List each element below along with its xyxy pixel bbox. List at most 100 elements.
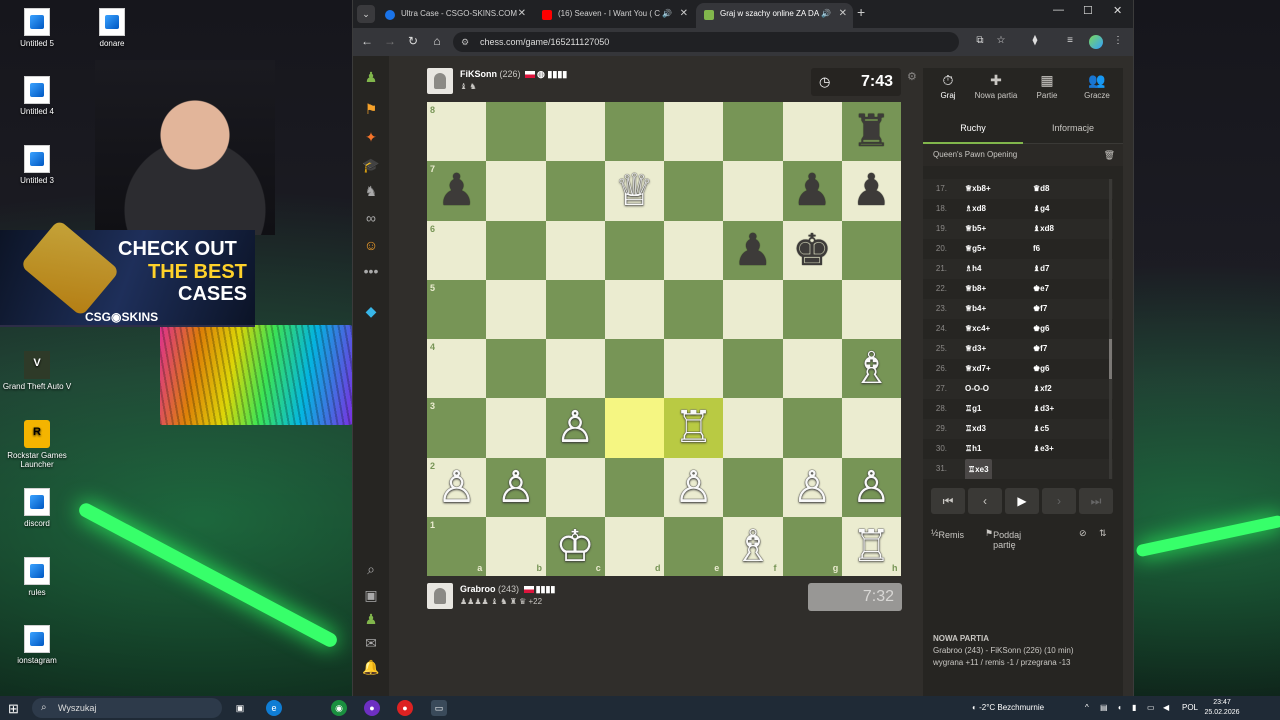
white-move[interactable]: ♕b5+	[965, 219, 986, 239]
url-field[interactable]: ⚙ chess.com/game/165211127050	[453, 32, 959, 52]
close-icon[interactable]: ✕	[839, 3, 847, 25]
black-move[interactable]: ♝xd8	[1033, 219, 1054, 239]
tab-csgo-skins[interactable]: Ultra Case - CSGO-SKINS.COM ✕	[377, 3, 532, 28]
square-d2[interactable]	[604, 457, 664, 517]
square-c8[interactable]	[545, 102, 605, 162]
square-b8[interactable]	[486, 102, 546, 162]
square-c2[interactable]	[545, 457, 605, 517]
first-move-button[interactable]: ⏮	[931, 488, 965, 514]
piece-b2[interactable]: ♙	[486, 458, 545, 517]
white-move[interactable]: O-O-O	[965, 379, 989, 399]
learn-icon[interactable]: 🎓	[362, 156, 380, 174]
player-name[interactable]: FiKSonn (226) ◍ ▮▮▮▮	[460, 69, 567, 80]
piece-h7[interactable]: ♟	[842, 161, 901, 220]
trash-icon[interactable]: 🗑	[1104, 144, 1115, 166]
speaker-icon[interactable]: ◖	[1117, 696, 1122, 720]
square-h5[interactable]	[841, 279, 901, 339]
abort-icon[interactable]: ⊘	[1079, 528, 1087, 539]
reload-button[interactable]: ↻	[405, 34, 421, 48]
settings-gear-icon[interactable]: ⚙	[907, 70, 917, 83]
desktop-icon-untitled-4[interactable]: Untitled 4	[0, 76, 77, 116]
volume-icon[interactable]: ◀	[1163, 696, 1169, 720]
square-b6[interactable]	[486, 220, 546, 280]
draw-button[interactable]: ½ Remis	[931, 528, 964, 540]
social-icon[interactable]: ☺	[362, 236, 380, 254]
square-a8[interactable]	[427, 102, 487, 162]
tab-players[interactable]: 👥 Gracze	[1074, 72, 1120, 100]
profile-icon[interactable]: ▣	[362, 586, 380, 604]
black-move[interactable]: ♚g6	[1033, 319, 1050, 339]
back-button[interactable]: ←	[359, 34, 375, 48]
install-app-icon[interactable]: ⧉	[973, 35, 987, 46]
piece-e2[interactable]: ♙	[664, 458, 723, 517]
piece-e3[interactable]: ♖	[664, 398, 723, 457]
tab-youtube[interactable]: (16) Seaven - I Want You ( C 🔊 ✕	[534, 3, 694, 28]
black-move[interactable]: ♚g6	[1033, 359, 1050, 379]
square-e8[interactable]	[664, 102, 724, 162]
messages-icon[interactable]: ✉	[362, 634, 380, 652]
square-d4[interactable]	[604, 339, 664, 399]
square-g4[interactable]	[782, 339, 842, 399]
piece-h8[interactable]: ♜	[842, 102, 901, 161]
square-g8[interactable]	[782, 102, 842, 162]
news-icon[interactable]: ∞	[362, 209, 380, 227]
piece-f6[interactable]: ♟	[723, 221, 782, 280]
record-icon[interactable]: ●	[397, 700, 413, 716]
black-move[interactable]: ♝xf2	[1033, 379, 1052, 399]
black-move[interactable]: ♝d3+	[1033, 399, 1054, 419]
move-list[interactable]: 17. ♕xb8+ ♛d8 18. ♗xd8 ♝g4 19. ♕b5+ ♝xd8 20. ♕g5+ f…	[923, 179, 1113, 479]
square-c4[interactable]	[545, 339, 605, 399]
square-h3[interactable]	[841, 398, 901, 458]
square-d8[interactable]	[604, 102, 664, 162]
square-h6[interactable]	[841, 220, 901, 280]
white-move[interactable]: ♗xd8	[965, 199, 986, 219]
square-d3[interactable]	[604, 398, 664, 458]
black-move[interactable]: ♚f7	[1033, 339, 1047, 359]
piece-g6[interactable]: ♚	[783, 221, 842, 280]
piece-h4[interactable]: ♗	[842, 339, 901, 398]
piece-f1[interactable]: ♗	[723, 517, 782, 576]
friends-icon[interactable]: ♟	[362, 610, 380, 628]
scrollbar-thumb[interactable]	[1109, 339, 1112, 379]
play-button[interactable]: ▶	[1005, 488, 1039, 514]
square-f4[interactable]	[723, 339, 783, 399]
white-move[interactable]: ♖xe3	[965, 459, 992, 479]
taskbar-search[interactable]: ⌕ Wyszukaj	[32, 698, 222, 718]
white-move[interactable]: ♕b4+	[965, 299, 986, 319]
white-move[interactable]: ♕xd7+	[965, 359, 991, 379]
desktop-icon-donare[interactable]: donare	[72, 8, 152, 48]
white-move[interactable]: ♖h1	[965, 439, 982, 459]
square-c5[interactable]	[545, 279, 605, 339]
notifications-icon[interactable]: 🔔	[362, 658, 380, 676]
piece-g2[interactable]: ♙	[783, 458, 842, 517]
square-e7[interactable]	[664, 161, 724, 221]
black-move[interactable]: ♝c5	[1033, 419, 1049, 439]
square-a4[interactable]	[427, 339, 487, 399]
square-b5[interactable]	[486, 279, 546, 339]
piece-c3[interactable]: ♙	[546, 398, 605, 457]
piece-d7[interactable]: ♕	[605, 161, 664, 220]
tab-play[interactable]: ⏱ Graj	[925, 72, 971, 100]
window-app-icon[interactable]: ▭	[431, 700, 447, 716]
square-c7[interactable]	[545, 161, 605, 221]
puzzles-icon[interactable]: ✦	[362, 128, 380, 146]
tab-search-icon[interactable]: ⌄	[357, 5, 375, 23]
language-indicator[interactable]: POL	[1182, 696, 1198, 720]
desktop-icon-gta-v[interactable]: V Grand Theft Auto V	[0, 351, 77, 391]
black-move[interactable]: ♝g4	[1033, 199, 1050, 219]
desktop-icon-discord[interactable]: discord	[0, 488, 77, 528]
square-e6[interactable]	[664, 220, 724, 280]
white-move[interactable]: ♗h4	[965, 259, 982, 279]
move-list-scrollbar[interactable]	[1109, 179, 1112, 479]
square-b3[interactable]	[486, 398, 546, 458]
square-f2[interactable]	[723, 457, 783, 517]
desktop-icon-untitled-3[interactable]: Untitled 3	[0, 145, 77, 185]
desktop-icon-rules[interactable]: rules	[0, 557, 77, 597]
browser-menu-icon[interactable]: ⋮	[1111, 35, 1125, 46]
piece-h2[interactable]: ♙	[842, 458, 901, 517]
square-d6[interactable]	[604, 220, 664, 280]
square-e4[interactable]	[664, 339, 724, 399]
piece-a2[interactable]: ♙	[427, 458, 486, 517]
square-c6[interactable]	[545, 220, 605, 280]
chess-board[interactable]: 8 7 6 5 4 3 2 1 a b c d e f g h ♜ ♟ ♕ ♟ ♟ ♟ ♚ ♗ ♙ ♖ ♙ ♙ ♙ ♙ ♙ ♔ ♗ ♖	[427, 102, 901, 576]
